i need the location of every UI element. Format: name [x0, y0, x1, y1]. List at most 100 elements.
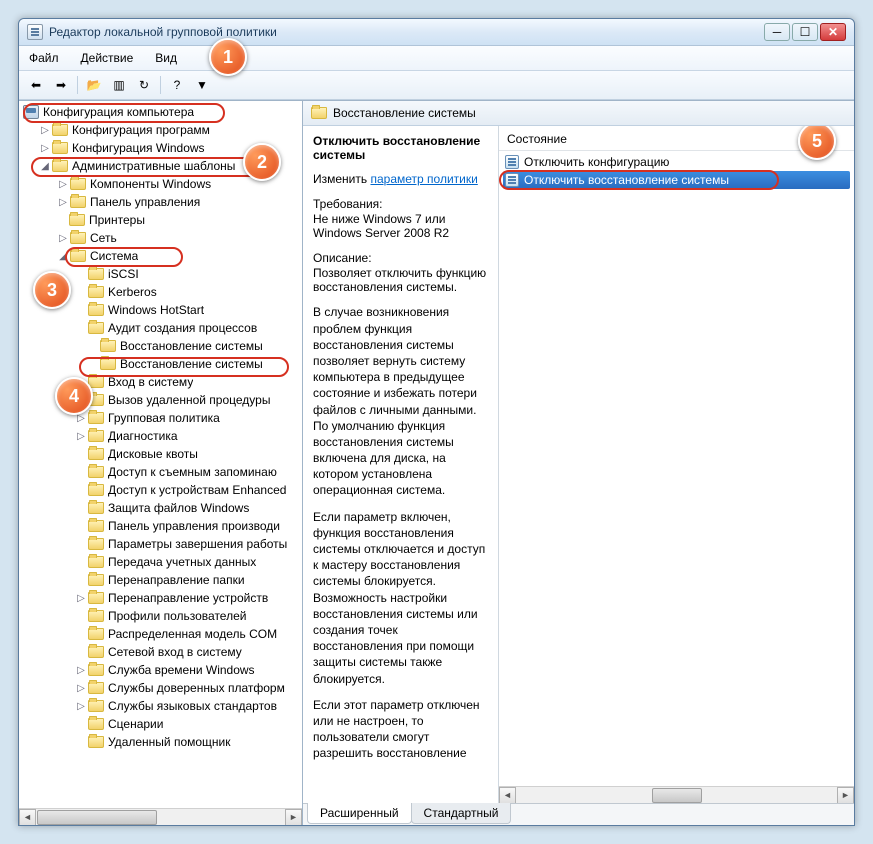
tree-item[interactable]: ▷Панель управления [21, 193, 300, 211]
tree-body[interactable]: Конфигурация компьютера ▷Конфигурация пр… [19, 101, 302, 808]
expander-icon[interactable]: ▷ [57, 196, 69, 208]
tree-item[interactable]: ▷Диагностика [21, 427, 300, 445]
tree-item[interactable]: Удаленный помощник [21, 733, 300, 751]
expander-icon[interactable]: ▷ [57, 232, 69, 244]
expander-icon[interactable]: ▷ [75, 430, 87, 442]
description-label: Описание: [313, 250, 488, 266]
tree-item[interactable]: Восстановление системы [21, 355, 300, 373]
tree-item[interactable]: Защита файлов Windows [21, 499, 300, 517]
tab-extended[interactable]: Расширенный [307, 803, 412, 824]
description-pane: Отключить восстановление системы Изменит… [303, 126, 499, 803]
folder-icon [88, 430, 104, 442]
scroll-right-button[interactable]: ► [837, 787, 854, 804]
titlebar: Редактор локальной групповой политики ─ … [19, 19, 854, 46]
filter-button[interactable]: ▼ [191, 74, 213, 96]
expander-icon[interactable]: ▷ [75, 700, 87, 712]
tree-item[interactable]: ▷ Службы языковых стандартов [21, 697, 300, 715]
minimize-button[interactable]: ─ [764, 23, 790, 41]
folder-icon [100, 358, 116, 370]
expander-icon[interactable]: ◢ [39, 160, 51, 172]
back-button[interactable]: ⬅ [25, 74, 47, 96]
tree-item[interactable]: ▷Сеть [21, 229, 300, 247]
scroll-thumb[interactable] [652, 788, 702, 803]
tree-item[interactable]: Принтеры [21, 211, 300, 229]
menu-view[interactable]: Вид [151, 48, 181, 68]
folder-icon [100, 340, 116, 352]
scroll-thumb[interactable] [37, 810, 157, 825]
settings-scrollbar[interactable]: ◄ ► [499, 786, 854, 803]
tree-item-label: Аудит создания процессов [108, 321, 257, 335]
properties-button[interactable]: ▥ [108, 74, 130, 96]
description-p3: Если параметр включен, функция восстанов… [313, 509, 488, 687]
menu-file[interactable]: Файл [25, 48, 63, 68]
scroll-left-button[interactable]: ◄ [499, 787, 516, 804]
folder-icon [88, 412, 104, 424]
tree-item[interactable]: Параметры завершения работы [21, 535, 300, 553]
tree-root[interactable]: Конфигурация компьютера [21, 103, 300, 121]
refresh-button[interactable]: ↻ [133, 74, 155, 96]
tree-item[interactable]: Распределенная модель COM [21, 625, 300, 643]
folder-icon [88, 448, 104, 460]
requirements-text: Не ниже Windows 7 или Windows Server 200… [313, 212, 488, 240]
maximize-button[interactable]: ☐ [792, 23, 818, 41]
tree-item[interactable]: Перенаправление папки [21, 571, 300, 589]
folder-icon [311, 107, 327, 119]
callout-1: 1 [209, 38, 247, 76]
tree-item[interactable]: ▷ Перенаправление устройств [21, 589, 300, 607]
tree-item[interactable]: ▷Служба времени Windows [21, 661, 300, 679]
folder-icon [52, 160, 68, 172]
description-p2: В случае возникновения проблем функция в… [313, 304, 488, 498]
folder-icon [88, 322, 104, 334]
description-p1: Позволяет отключить функцию восстановлен… [313, 266, 488, 294]
callout-4: 4 [55, 377, 93, 415]
tree-item[interactable]: Профили пользователей [21, 607, 300, 625]
setting-icon [505, 155, 519, 169]
expander-icon[interactable]: ▷ [39, 124, 51, 136]
expander-icon[interactable]: ◢ [57, 250, 69, 262]
tree-item-label: Профили пользователей [108, 609, 246, 623]
help-button[interactable]: ? [166, 74, 188, 96]
description-p4: Если этот параметр отключен или не настр… [313, 697, 488, 762]
tree-item[interactable]: ▷Конфигурация программ [21, 121, 300, 139]
expander-icon[interactable]: ▷ [39, 142, 51, 154]
expander-icon[interactable]: ▷ [75, 592, 87, 604]
tree-item-label: Перенаправление устройств [108, 591, 268, 605]
tree-item-label: Kerberos [108, 285, 157, 299]
tree-item[interactable]: Восстановление системы [21, 337, 300, 355]
tree-item[interactable]: Сетевой вход в систему [21, 643, 300, 661]
tree-item[interactable]: Панель управления производи [21, 517, 300, 535]
folder-icon [70, 250, 86, 262]
folder-icon [69, 214, 85, 226]
folder-icon [88, 610, 104, 622]
up-button[interactable]: 📂 [83, 74, 105, 96]
menubar: Файл Действие Вид 1 [19, 46, 854, 71]
expander-icon[interactable]: ▷ [57, 178, 69, 190]
tab-standard[interactable]: Стандартный [411, 803, 512, 824]
expander-icon[interactable]: ▷ [75, 664, 87, 676]
tree-item[interactable]: Доступ к съемным запоминаю [21, 463, 300, 481]
close-button[interactable]: ✕ [820, 23, 846, 41]
tree-item[interactable]: Дисковые квоты [21, 445, 300, 463]
tree-system[interactable]: ◢Система [21, 247, 300, 265]
tree-item[interactable]: Передача учетных данных [21, 553, 300, 571]
tree-item[interactable]: Доступ к устройствам Enhanced [21, 481, 300, 499]
tree-item[interactable]: ▷Службы доверенных платформ [21, 679, 300, 697]
setting-row[interactable]: Отключить конфигурацию [503, 153, 850, 171]
toolbar: ⬅ ➡ 📂 ▥ ↻ ? ▼ [19, 71, 854, 100]
tree-item[interactable]: Аудит создания процессов [21, 319, 300, 337]
tree-scrollbar[interactable]: ◄ ► [19, 808, 302, 825]
right-header-title: Восстановление системы [333, 106, 476, 120]
forward-button[interactable]: ➡ [50, 74, 72, 96]
policy-settings-link[interactable]: параметр политики [370, 172, 477, 186]
tree-item-label: Вход в систему [108, 375, 193, 389]
menu-action[interactable]: Действие [77, 48, 138, 68]
folder-icon [88, 628, 104, 640]
scroll-right-button[interactable]: ► [285, 809, 302, 826]
tree-item-label: Распределенная модель COM [108, 627, 277, 641]
expander-icon[interactable]: ▷ [75, 682, 87, 694]
tree-item-label: Службы языковых стандартов [108, 699, 277, 713]
scroll-left-button[interactable]: ◄ [19, 809, 36, 826]
tree-item[interactable]: Сценарии [21, 715, 300, 733]
setting-row-selected[interactable]: Отключить восстановление системы [503, 171, 850, 189]
folder-icon [70, 178, 86, 190]
